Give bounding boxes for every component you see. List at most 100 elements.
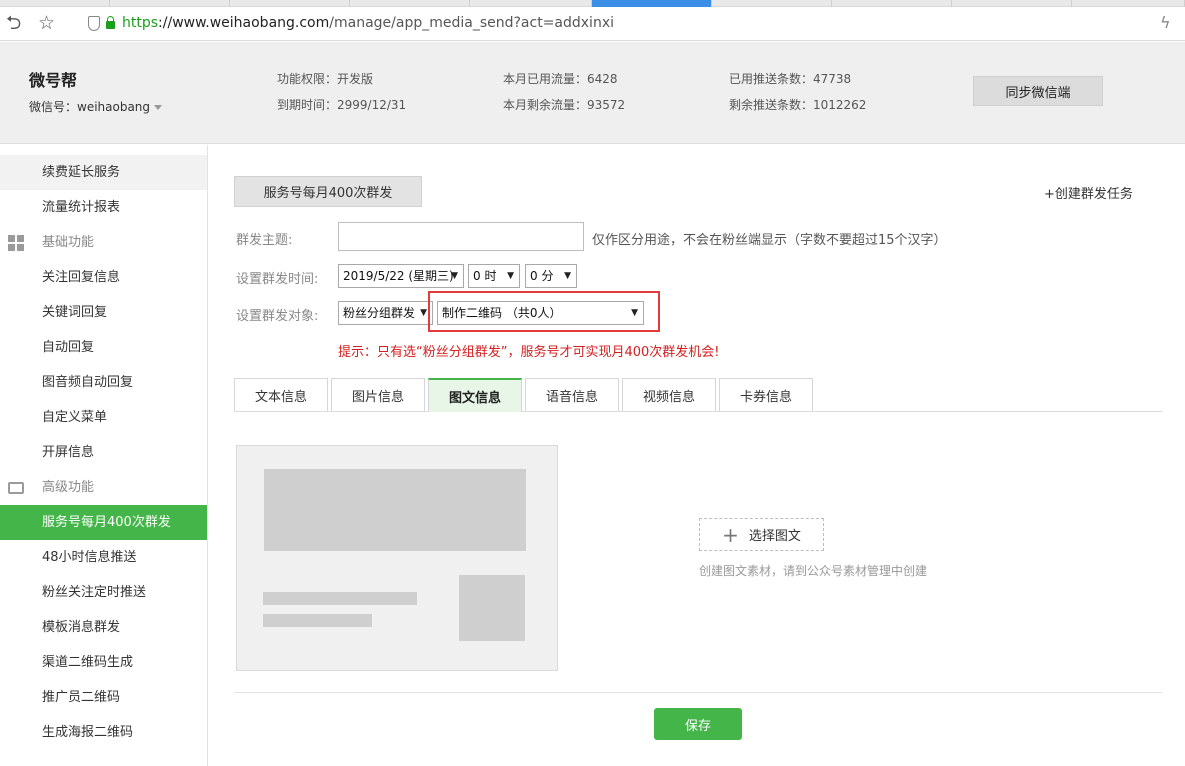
sidebar-item[interactable]: 48小时信息推送 xyxy=(0,540,207,575)
star-icon[interactable]: ☆ xyxy=(38,11,55,35)
sidebar-item[interactable]: 续费延长服务 xyxy=(0,155,207,190)
time-label: 设置群发时间: xyxy=(236,272,319,287)
select-article-hint: 创建图文素材，请到公众号素材管理中创建 xyxy=(699,564,928,578)
create-task-link[interactable]: +创建群发任务 xyxy=(1044,183,1133,202)
subject-label: 群发主题: xyxy=(236,233,293,248)
browser-tab-active[interactable] xyxy=(592,0,712,7)
hour-select[interactable]: 0 时 ▼ xyxy=(468,264,520,288)
browser-tab[interactable] xyxy=(712,0,832,7)
brand-name: 微号帮 xyxy=(29,71,78,90)
sidebar-item[interactable]: 渠道二维码生成 xyxy=(0,645,207,680)
sidebar-item-label: 开屏信息 xyxy=(42,445,95,460)
sidebar-item-label: 粉丝关注定时推送 xyxy=(42,585,147,600)
sidebar-item[interactable]: 关键词回复 xyxy=(0,295,207,330)
sidebar-item-label: 基础功能 xyxy=(42,235,95,250)
preview-line-block xyxy=(263,614,372,627)
date-select-value: 2019/5/22 (星期三) xyxy=(343,269,454,283)
sidebar-item-label: 关键词回复 xyxy=(42,305,108,320)
sidebar-item[interactable]: 模板消息群发 xyxy=(0,610,207,645)
article-preview-placeholder xyxy=(236,445,558,671)
tab-voice[interactable]: 语音信息 xyxy=(525,378,619,411)
tab-video[interactable]: 视频信息 xyxy=(622,378,716,411)
browser-tab[interactable] xyxy=(470,0,592,7)
tab-article[interactable]: 图文信息 xyxy=(428,378,522,412)
wechat-id-label: 微信号：weihaobang xyxy=(29,100,151,114)
minute-select[interactable]: 0 分 ▼ xyxy=(525,264,577,288)
sidebar-item[interactable]: 生成海报二维码 xyxy=(0,715,207,750)
sidebar-item[interactable]: 自定义菜单 xyxy=(0,400,207,435)
push-used: 已用推送条数：47738 xyxy=(729,72,852,86)
sidebar-item[interactable]: 关注回复信息 xyxy=(0,260,207,295)
account-header: 微号帮 微信号：weihaobang 功能权限：开发版 到期时间：2999/12… xyxy=(0,42,1185,144)
dropdown-arrow-icon: ▼ xyxy=(507,271,514,281)
target-type-select[interactable]: 粉丝分组群发 ▼ xyxy=(338,301,433,325)
url-path: /manage/app_media_send?act=addxinxi xyxy=(329,15,614,31)
sidebar-item-active[interactable]: 服务号每月400次群发 xyxy=(0,505,207,540)
tab-image[interactable]: 图片信息 xyxy=(331,378,425,411)
sidebar-item-label: 图音频自动回复 xyxy=(42,375,134,390)
target-label: 设置群发对象: xyxy=(236,309,319,324)
annotation-highlight-box xyxy=(428,291,660,332)
sidebar-item-label: 关注回复信息 xyxy=(42,270,121,285)
address-bar: ⮌ ☆ https://www.weihaobang.com/manage/ap… xyxy=(0,7,1185,41)
sidebar-item-label: 自动回复 xyxy=(42,340,95,355)
dropdown-arrow-icon: ▼ xyxy=(451,271,458,281)
push-left: 剩余推送条数：1012262 xyxy=(729,98,867,112)
sidebar-group-header: 基础功能 xyxy=(0,225,207,260)
divider xyxy=(234,692,1162,693)
sidebar-item-label: 推广员二维码 xyxy=(42,690,121,705)
preview-cover-block xyxy=(264,469,526,551)
subject-hint: 仅作区分用途，不会在粉丝端显示（字数不要超过15个汉字） xyxy=(592,233,947,248)
browser-tab[interactable] xyxy=(350,0,470,7)
sidebar-item[interactable]: 图音频自动回复 xyxy=(0,365,207,400)
sync-wechat-button[interactable]: 同步微信端 xyxy=(973,76,1103,106)
browser-tab[interactable] xyxy=(110,0,230,7)
select-article-button[interactable]: + 选择图文 xyxy=(699,518,824,551)
target-type-value: 粉丝分组群发 xyxy=(343,306,416,320)
dropdown-arrow-icon: ▼ xyxy=(420,308,427,318)
message-type-tabs: 文本信息 图片信息 图文信息 语音信息 视频信息 卡券信息 xyxy=(234,378,1162,412)
sidebar-item-label: 服务号每月400次群发 xyxy=(42,515,171,530)
lock-icon xyxy=(106,16,115,29)
sidebar-item-label: 生成海报二维码 xyxy=(42,725,134,740)
browser-tabstrip xyxy=(0,0,1185,7)
select-article-label: 选择图文 xyxy=(748,529,801,544)
chevron-down-icon xyxy=(154,105,163,110)
lightning-icon[interactable]: ϟ xyxy=(1160,11,1171,35)
browser-tab[interactable] xyxy=(0,0,110,7)
preview-line-block xyxy=(263,592,417,605)
sidebar-item[interactable]: 粉丝关注定时推送 xyxy=(0,575,207,610)
traffic-used: 本月已用流量：6428 xyxy=(503,72,618,86)
browser-tab[interactable] xyxy=(832,0,952,7)
mass-send-title-button[interactable]: 服务号每月400次群发 xyxy=(234,176,422,207)
sidebar-item[interactable]: 推广员二维码 xyxy=(0,680,207,715)
wechat-id-dropdown[interactable]: 微信号：weihaobang xyxy=(29,98,163,115)
url-scheme: https xyxy=(122,15,159,31)
preview-thumb-block xyxy=(459,575,525,641)
grid-icon xyxy=(8,235,24,251)
sidebar-item[interactable]: 自动回复 xyxy=(0,330,207,365)
browser-tab[interactable] xyxy=(230,0,350,7)
sidebar-item[interactable]: 流量统计报表 xyxy=(0,190,207,225)
subject-input[interactable] xyxy=(338,222,584,251)
tab-card[interactable]: 卡券信息 xyxy=(719,378,813,411)
sidebar-item-label: 48小时信息推送 xyxy=(42,550,137,565)
sidebar-item-label: 自定义菜单 xyxy=(42,410,108,425)
url-field[interactable]: https://www.weihaobang.com/manage/app_me… xyxy=(122,15,614,31)
shield-icon[interactable] xyxy=(88,16,100,31)
tab-text[interactable]: 文本信息 xyxy=(234,378,328,411)
sidebar-item-label: 模板消息群发 xyxy=(42,620,121,635)
browser-tab[interactable] xyxy=(952,0,1072,7)
sidebar-group-header: 高级功能 xyxy=(0,470,207,505)
sidebar: 续费延长服务流量统计报表 基础功能关注回复信息 关键词回复自动回复图音频自动回复 自定… xyxy=(0,145,208,766)
sidebar-item[interactable]: 开屏信息 xyxy=(0,435,207,470)
save-button[interactable]: 保存 xyxy=(654,708,742,740)
sidebar-item-label: 流量统计报表 xyxy=(42,200,121,215)
browser-tab[interactable] xyxy=(1072,0,1185,7)
date-select[interactable]: 2019/5/22 (星期三) ▼ xyxy=(338,264,464,288)
sidebar-item-label: 高级功能 xyxy=(42,480,95,495)
sidebar-item-label: 渠道二维码生成 xyxy=(42,655,134,670)
back-icon[interactable]: ⮌ xyxy=(6,11,21,35)
feature-permission: 功能权限：开发版 xyxy=(277,72,374,86)
traffic-left: 本月剩余流量：93572 xyxy=(503,98,626,112)
